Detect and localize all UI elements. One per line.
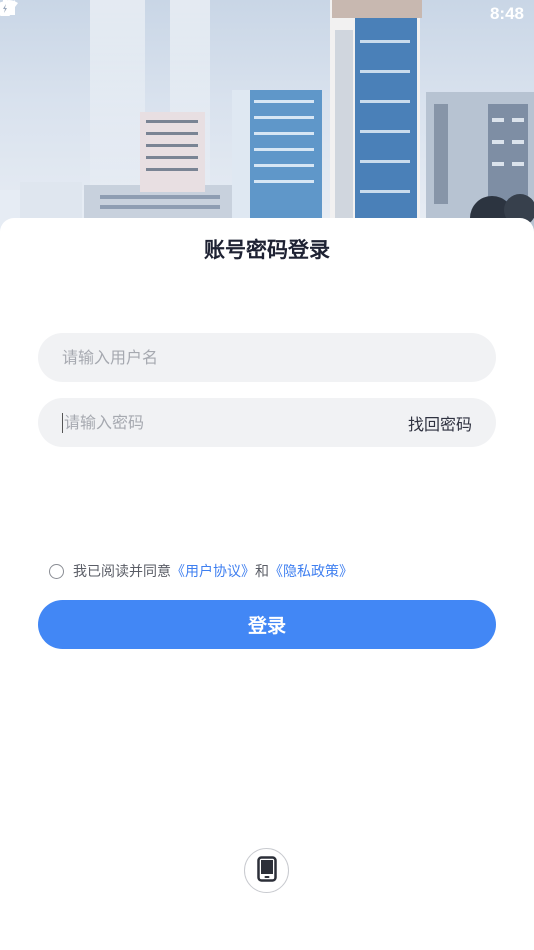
login-button[interactable]: 登录 (38, 600, 496, 649)
agreement-prefix: 我已阅读并同意 (73, 564, 171, 580)
privacy-policy-link[interactable]: 《隐私政策》 (269, 561, 353, 581)
agreement-checkbox[interactable] (49, 563, 64, 579)
agreement-conjunction: 和 (255, 564, 269, 580)
password-field[interactable]: 找回密码 (38, 398, 496, 447)
login-card: 账号密码登录 找回密码 我已阅读并同意 《用户协议》 和 《隐私政策》 登录 (0, 218, 534, 950)
mobile-phone-icon (256, 855, 277, 886)
header-illustration: 8:48 (0, 0, 534, 232)
agreement-row: 我已阅读并同意 《用户协议》 和 《隐私政策》 (49, 561, 353, 581)
forgot-password-link[interactable]: 找回密码 (408, 411, 472, 435)
page-title: 账号密码登录 (204, 238, 330, 262)
user-agreement-link[interactable]: 《用户协议》 (171, 561, 255, 581)
phone-login-button[interactable] (244, 848, 289, 893)
password-input[interactable] (64, 413, 408, 432)
text-cursor (62, 412, 63, 433)
status-bar: 8:48 (0, 0, 534, 28)
username-field[interactable] (38, 333, 496, 382)
username-input[interactable] (62, 348, 472, 367)
status-time: 8:48 (489, 4, 524, 23)
city-skyline-illustration (0, 0, 534, 232)
